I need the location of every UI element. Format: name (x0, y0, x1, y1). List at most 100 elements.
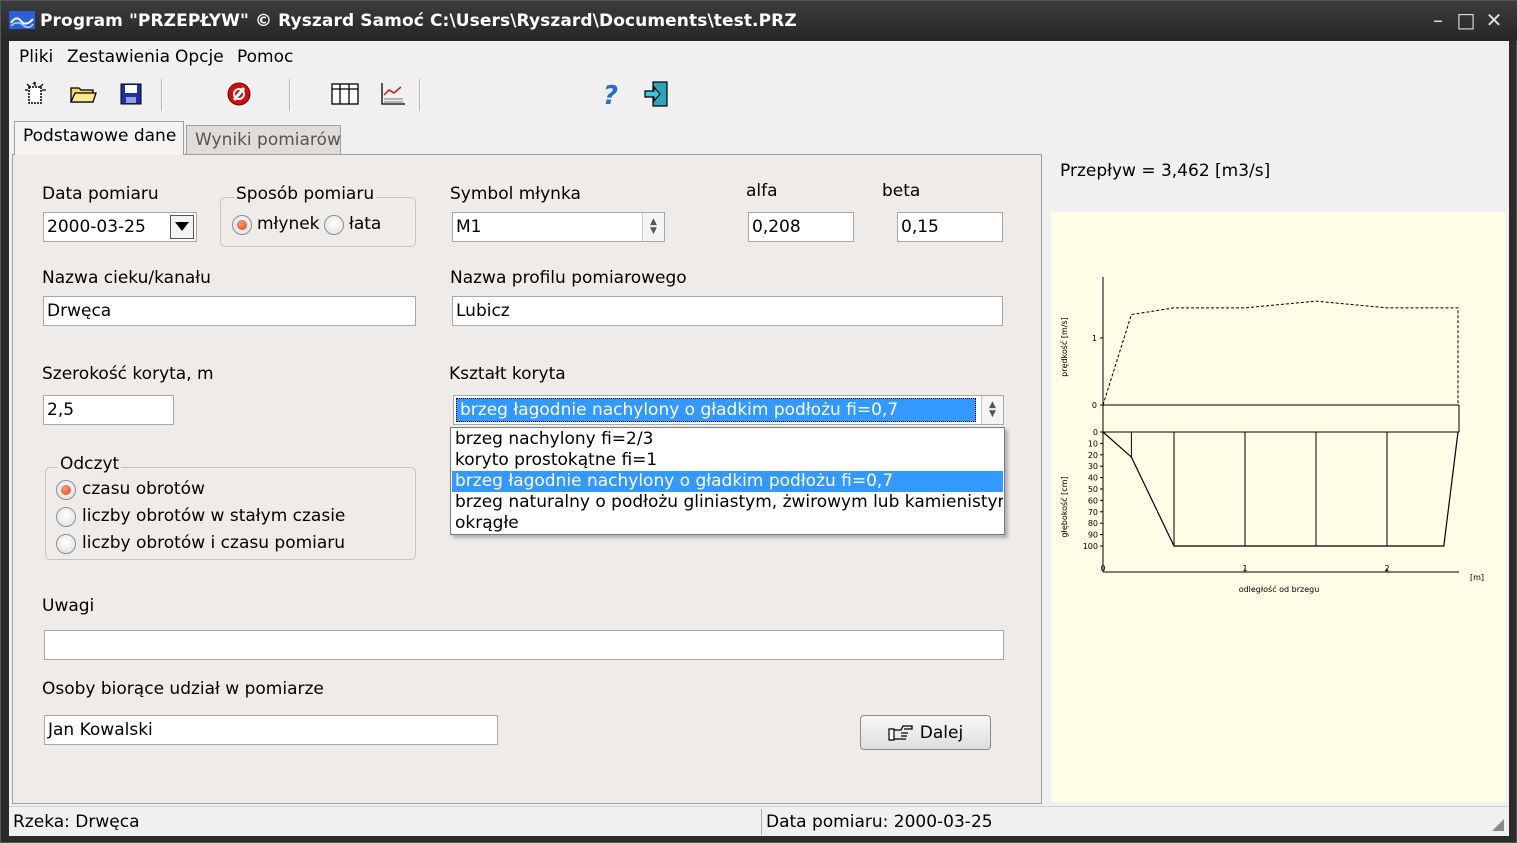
radio-czasu-obrotow-label: czasu obrotów (82, 479, 205, 499)
new-icon (25, 81, 46, 104)
ksztalt-option[interactable]: okrągłe (452, 513, 1003, 534)
help-button[interactable]: ? (595, 79, 627, 109)
radio-mlynek-label: młynek (257, 214, 320, 234)
date-dropdown-button[interactable] (170, 215, 194, 239)
stop-icon (227, 82, 251, 106)
nazwa-profilu-input[interactable]: Lubicz (452, 296, 1003, 326)
radio-liczby-obrotow-stalym[interactable] (56, 507, 76, 527)
odczyt-title: Odczyt (58, 454, 122, 474)
ksztalt-dropdown-list: brzeg nachylony fi=2/3 koryto prostokątn… (450, 427, 1005, 535)
velocity-axis-label: prędkość [m/s] (1059, 317, 1069, 377)
minimize-button[interactable]: – (1428, 9, 1448, 31)
resize-grip-icon[interactable] (1491, 818, 1505, 832)
ksztalt-spin-button[interactable]: ▲ ▼ (981, 396, 1003, 424)
date-value: 2000-03-25 (47, 217, 146, 237)
table-icon (331, 83, 359, 105)
velocity-tick-label: 0 (1092, 401, 1097, 410)
ksztalt-option[interactable]: brzeg naturalny o podłożu gliniastym, żw… (452, 492, 1003, 513)
velocity-series-line (1102, 300, 1459, 406)
close-button[interactable]: ✕ (1484, 9, 1504, 31)
ksztalt-option[interactable]: brzeg nachylony fi=2/3 (452, 429, 1003, 450)
x-tick-label: 1 (1242, 564, 1247, 573)
status-rzeka: Rzeka: Drwęca (13, 812, 140, 832)
chart-area: 0 1 0 10 20 30 40 50 60 70 80 90 100 0 1 2 prędkość [m/… (1051, 212, 1506, 802)
depth-tick-label: 20 (1088, 451, 1098, 460)
symbol-mlynka-value: M1 (456, 217, 482, 237)
exit-icon (644, 81, 668, 107)
save-button[interactable] (115, 79, 147, 109)
radio-liczby-obrotow-stalym-label: liczby obrotów w stałym czasie (82, 506, 346, 526)
depth-tick-label: 70 (1088, 508, 1098, 517)
chevron-down-icon: ▼ (650, 226, 657, 236)
tab-panel: Data pomiaru 2000-03-25 Sposób pomiaru m… (12, 154, 1042, 804)
title-bar[interactable]: Program "PRZEPŁYW" © Ryszard Samoć C:\Us… (1, 1, 1517, 41)
status-bar: Rzeka: Drwęca Data pomiaru: 2000-03-25 (9, 806, 1509, 836)
depth-tick-label: 60 (1088, 496, 1098, 505)
radio-lata[interactable] (324, 215, 344, 235)
depth-tick-label: 30 (1088, 462, 1098, 471)
tab-wyniki-pomiarow[interactable]: Wyniki pomiarów (186, 125, 341, 155)
toolbar-separator (289, 79, 291, 111)
toolbar: ? (9, 73, 1509, 117)
cross-section-chart: 0101020304050607080901000 1 2 prędkość [m/… (1059, 277, 1484, 594)
client-area: Pliki Zestawienia Opcje Pomoc ? Podstawo… (9, 41, 1509, 836)
chevron-down-icon: ▼ (989, 409, 996, 419)
radio-lata-label: łata (349, 214, 382, 234)
svg-text:?: ? (603, 81, 618, 108)
tab-podstawowe-dane[interactable]: Podstawowe dane (14, 121, 184, 155)
toolbar-separator (419, 79, 421, 111)
szerokosc-label: Szerokość koryta, m (42, 364, 214, 384)
exit-button[interactable] (641, 79, 673, 109)
osoby-label: Osoby biorące udział w pomiarze (42, 679, 324, 699)
x-axis-label: odległość od brzegu (1239, 584, 1320, 594)
symbol-mlynka-combo[interactable]: M1 ▲ ▼ (452, 212, 665, 242)
alfa-input[interactable]: 0,208 (748, 212, 854, 242)
x-tick-label: 2 (1384, 564, 1389, 573)
dalej-label: Dalej (919, 722, 964, 743)
depth-tick-label: 100 (1083, 542, 1098, 551)
uwagi-label: Uwagi (42, 596, 95, 616)
maximize-button[interactable]: □ (1456, 9, 1476, 31)
depth-tick-label: 50 (1088, 485, 1098, 494)
ksztalt-option[interactable]: koryto prostokątne fi=1 (452, 450, 1003, 471)
beta-input[interactable]: 0,15 (897, 212, 1003, 242)
radio-czasu-obrotow[interactable] (56, 480, 76, 500)
symbol-mlynka-label: Symbol młynka (450, 184, 581, 204)
menu-bar: Pliki Zestawienia Opcje Pomoc (9, 41, 1509, 71)
x-tick-label: 0 (1100, 564, 1105, 573)
szerokosc-input[interactable]: 2,5 (43, 395, 174, 425)
osoby-input[interactable]: Jan Kowalski (44, 715, 498, 745)
ksztalt-value: brzeg łagodnie nachylony o gładkim podło… (456, 398, 976, 422)
radio-mlynek[interactable] (232, 215, 252, 235)
nazwa-cieku-input[interactable]: Drwęca (43, 296, 416, 326)
ksztalt-combo[interactable]: brzeg łagodnie nachylony o gładkim podło… (453, 395, 1004, 425)
depth-tick-label: 0 (1093, 428, 1098, 437)
chart-button[interactable] (377, 79, 409, 109)
x-axis-unit: [m] (1470, 573, 1484, 582)
chart-icon (381, 83, 405, 105)
status-data-pomiaru: Data pomiaru: 2000-03-25 (766, 812, 993, 832)
velocity-tick-label: 1 (1092, 334, 1097, 343)
date-picker[interactable]: 2000-03-25 (43, 212, 197, 242)
new-file-button[interactable] (19, 79, 51, 109)
symbol-spin-button[interactable]: ▲ ▼ (642, 213, 664, 241)
radio-liczby-obrotow-czasu-label: liczby obrotów i czasu pomiaru (82, 533, 346, 553)
chevron-down-icon (175, 222, 189, 231)
open-button[interactable] (67, 79, 99, 109)
app-window: Program "PRZEPŁYW" © Ryszard Samoć C:\Us… (0, 0, 1517, 843)
menu-pomoc[interactable]: Pomoc (237, 47, 293, 67)
stop-button[interactable] (223, 79, 255, 109)
przeplyw-result: Przepływ = 3,462 [m3/s] (1060, 161, 1271, 181)
menu-zestawienia[interactable]: Zestawienia (67, 47, 170, 67)
save-icon (120, 83, 142, 105)
ksztalt-option-selected[interactable]: brzeg łagodnie nachylony o gładkim podło… (452, 471, 1003, 492)
radio-liczby-obrotow-czasu[interactable] (56, 534, 76, 554)
dalej-button[interactable]: Dalej (860, 715, 991, 750)
menu-pliki[interactable]: Pliki (19, 47, 53, 67)
depth-tick-label: 80 (1088, 519, 1098, 528)
menu-opcje[interactable]: Opcje (175, 47, 224, 67)
table-button[interactable] (329, 79, 361, 109)
alfa-label: alfa (746, 181, 778, 201)
nazwa-profilu-label: Nazwa profilu pomiarowego (450, 268, 687, 288)
uwagi-input[interactable] (44, 630, 1004, 660)
